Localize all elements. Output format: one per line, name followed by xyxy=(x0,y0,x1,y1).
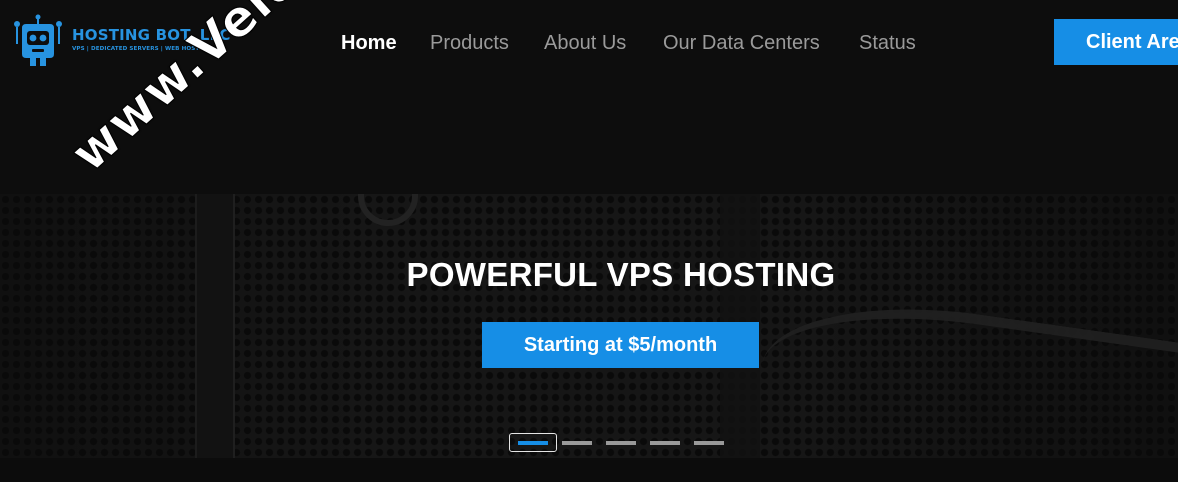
slider-dot-2[interactable] xyxy=(562,441,592,445)
hero-cta-button[interactable]: Starting at $5/month xyxy=(482,322,759,368)
hero-title: POWERFUL VPS HOSTING xyxy=(406,256,836,293)
slider-dot-3[interactable] xyxy=(606,441,636,445)
slider-dot-1[interactable] xyxy=(518,441,548,445)
nav-our-data-centers[interactable]: Our Data Centers xyxy=(663,28,820,58)
nav-home[interactable]: Home xyxy=(341,28,397,58)
slider-dot-4[interactable] xyxy=(650,441,680,445)
client-area-button[interactable]: Client Area xyxy=(1054,19,1178,65)
nav-status[interactable]: Status xyxy=(859,28,916,58)
slider-dot-5[interactable] xyxy=(694,441,724,445)
robot-icon xyxy=(14,14,62,66)
page-bottom-strip xyxy=(0,458,1178,482)
nav-about-us[interactable]: About Us xyxy=(544,28,626,58)
nav-products[interactable]: Products xyxy=(430,28,509,58)
hero-slider: POWERFUL VPS HOSTING Starting at $5/mont… xyxy=(0,194,1178,458)
